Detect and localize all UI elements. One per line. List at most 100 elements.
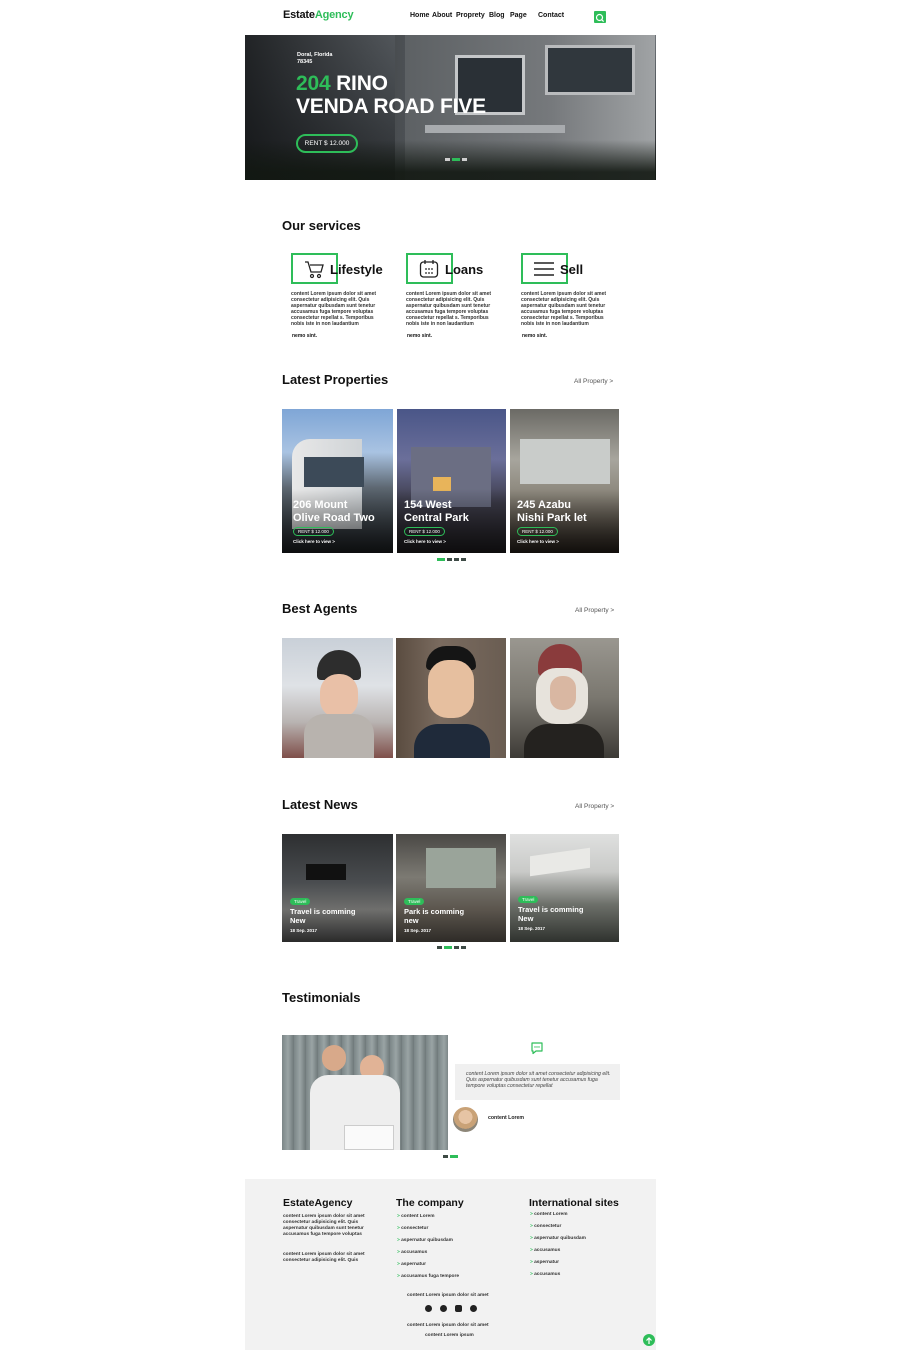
carousel-dot[interactable] — [462, 158, 467, 161]
logo[interactable]: EstateAgency — [283, 9, 354, 21]
carousel-dot[interactable] — [454, 558, 459, 561]
hero-title-line2: VENDA ROAD FIVE — [296, 95, 486, 118]
news-date: 18 Sep. 2017 — [404, 928, 432, 933]
footer-company-link[interactable]: > accusamus — [397, 1250, 427, 1255]
carousel-dot[interactable] — [447, 558, 452, 561]
facebook-icon[interactable] — [425, 1305, 432, 1312]
hero-rent-button[interactable]: RENT $ 12.000 — [296, 134, 358, 153]
property-view-link[interactable]: Click here to view > — [404, 539, 446, 544]
all-news-link[interactable]: All Property > — [575, 803, 614, 810]
news-tag[interactable]: Travel — [404, 898, 425, 905]
property-title-line2: Olive Road Two — [293, 512, 375, 524]
agent-photo[interactable] — [510, 638, 619, 758]
nav-page[interactable]: Page — [510, 12, 527, 19]
twitter-icon[interactable] — [440, 1305, 447, 1312]
news-headline-line1: Park is comming — [404, 907, 465, 916]
property-rent-badge[interactable]: RENT $ 12.000 — [293, 527, 334, 536]
service-more-link[interactable]: nemo sint. — [292, 333, 317, 339]
nav-proprety[interactable]: Proprety — [456, 12, 485, 19]
carousel-dot[interactable] — [450, 1155, 458, 1158]
hero-location-city: Doral, Florida — [297, 52, 333, 58]
property-title: 245 Azabu Nishi Park let — [517, 499, 587, 525]
footer-link-text: aspernatur — [401, 1262, 426, 1267]
testimonial-person-face — [322, 1045, 346, 1071]
footer-company-link[interactable]: > accusamus fuga tempore — [397, 1274, 459, 1279]
logo-text-agency: Agency — [314, 9, 354, 21]
service-title-lifestyle: Lifestyle — [330, 262, 383, 277]
carousel-dot[interactable] — [437, 946, 442, 949]
service-more-link[interactable]: nemo sint. — [522, 333, 547, 339]
property-card[interactable]: 245 Azabu Nishi Park let RENT $ 12.000 Cl… — [510, 409, 619, 553]
carousel-dot[interactable] — [454, 946, 459, 949]
footer-intl-link[interactable]: > accusamus — [530, 1272, 560, 1277]
footer-link-text: aspernatur quibusdam — [534, 1236, 586, 1241]
property-image-windows — [520, 439, 610, 484]
news-card[interactable]: Travel Park is comming new 18 Sep. 2017 — [396, 834, 506, 942]
hero-balcony — [425, 125, 565, 133]
news-title: Latest News — [282, 797, 358, 812]
property-card[interactable]: 206 Mount Olive Road Two RENT $ 12.000 Cl… — [282, 409, 393, 553]
news-headline-line1: Travel is comming — [518, 905, 584, 914]
agent-face — [550, 676, 576, 710]
testimonial-quote-box: content Lorem ipsum dolor sit amet conse… — [455, 1064, 620, 1100]
footer-company-link[interactable]: > aspernatur quibusdam — [397, 1238, 453, 1243]
property-title-line2: Nishi Park let — [517, 512, 587, 524]
agent-photo[interactable] — [396, 638, 506, 758]
nav-blog[interactable]: Blog — [489, 12, 505, 19]
footer-link-text: accusamus fuga tempore — [401, 1274, 459, 1279]
news-tag[interactable]: Travel — [518, 896, 539, 903]
testimonial-quote: content Lorem ipsum dolor sit amet conse… — [466, 1071, 611, 1089]
chat-icon — [531, 1042, 543, 1055]
calendar-icon — [419, 260, 439, 278]
news-card[interactable]: Travel Travel is comming New 18 Sep. 2017 — [510, 834, 619, 942]
property-rent-badge[interactable]: RENT $ 12.000 — [517, 527, 558, 536]
properties-carousel-dots[interactable] — [437, 558, 466, 561]
footer-note: content Lorem ipsum dolor sit amet — [407, 1293, 489, 1298]
hero-title: 204 RINO VENDA ROAD FIVE — [296, 72, 486, 118]
all-property-link[interactable]: All Property > — [574, 378, 613, 385]
news-card[interactable]: Travel Travel is comming New 18 Sep. 2017 — [282, 834, 393, 942]
back-to-top-button[interactable] — [643, 1334, 655, 1346]
carousel-dot[interactable] — [452, 158, 460, 161]
carousel-dot[interactable] — [461, 946, 466, 949]
agent-photo[interactable] — [282, 638, 393, 758]
footer-company-link[interactable]: > content Lorem — [397, 1214, 434, 1219]
carousel-dot[interactable] — [444, 946, 452, 949]
nav-home[interactable]: Home — [410, 12, 429, 19]
hero-title-line1: RINO — [330, 72, 388, 95]
footer-company-link[interactable]: > aspernatur — [397, 1262, 426, 1267]
property-view-link[interactable]: Click here to view > — [517, 539, 559, 544]
hero-carousel-dots[interactable] — [445, 158, 467, 161]
carousel-dot[interactable] — [437, 558, 445, 561]
agent-suit — [414, 724, 490, 758]
arrow-up-icon — [646, 1337, 652, 1344]
footer-intl-link[interactable]: > content Lorem — [530, 1212, 567, 1217]
footer-intl-link[interactable]: > aspernatur — [530, 1260, 559, 1265]
property-card[interactable]: 154 West Central Park RENT $ 12.000 Click… — [397, 409, 506, 553]
testimonials-carousel-dots[interactable] — [443, 1155, 458, 1158]
whatsapp-icon[interactable] — [470, 1305, 477, 1312]
all-agents-link[interactable]: All Property > — [575, 607, 614, 614]
footer-intl-link[interactable]: > aspernatur quibusdam — [530, 1236, 586, 1241]
search-button[interactable] — [594, 11, 606, 23]
news-tag[interactable]: Travel — [290, 898, 311, 905]
property-title-line1: 245 Azabu — [517, 499, 572, 511]
footer-company-link[interactable]: > consectetur — [397, 1226, 428, 1231]
property-view-link[interactable]: Click here to view > — [293, 539, 335, 544]
footer-intl-link[interactable]: > accusamus — [530, 1248, 560, 1253]
footer-intl-link[interactable]: > consectetur — [530, 1224, 561, 1229]
nav-about[interactable]: About — [432, 12, 452, 19]
news-headline: Park is comming new — [404, 907, 494, 925]
property-rent-badge[interactable]: RENT $ 12.000 — [404, 527, 445, 536]
instagram-icon[interactable] — [455, 1305, 462, 1312]
agents-title: Best Agents — [282, 601, 358, 616]
menu-icon — [534, 262, 554, 276]
carousel-dot[interactable] — [443, 1155, 448, 1158]
service-more-link[interactable]: nemo sint. — [407, 333, 432, 339]
footer-link-text: aspernatur quibusdam — [401, 1238, 453, 1243]
nav-contact[interactable]: Contact — [538, 12, 564, 19]
footer-credit: content Lorem ipsum — [425, 1333, 474, 1338]
news-carousel-dots[interactable] — [437, 946, 466, 949]
carousel-dot[interactable] — [461, 558, 466, 561]
carousel-dot[interactable] — [445, 158, 450, 161]
